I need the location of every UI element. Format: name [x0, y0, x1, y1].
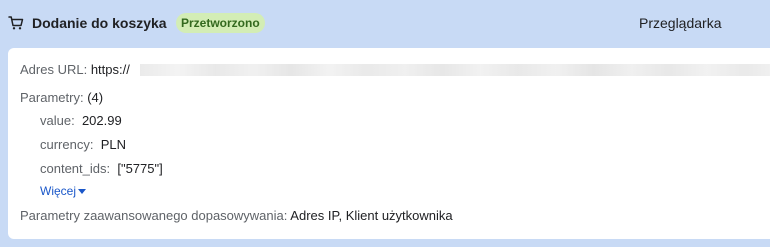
param-value: 202.99 — [81, 113, 122, 128]
param-name: value: — [40, 113, 75, 128]
url-row: Adres URL: https:// — [20, 62, 130, 78]
event-source: Przeglądarka — [639, 15, 722, 31]
advanced-matching-label: Parametry zaawansowanego dopasowywania: — [20, 208, 288, 223]
param-value: ["5775"] — [117, 161, 163, 176]
cart-icon — [8, 16, 24, 30]
param-row: value: 202.99 — [40, 113, 122, 129]
advanced-matching-value: Adres IP, Klient użytkownika — [290, 208, 453, 223]
params-label: Parametry: — [20, 90, 84, 105]
redacted-url — [140, 64, 770, 76]
param-value: PLN — [100, 137, 126, 152]
show-more-label: Więcej — [40, 184, 77, 198]
advanced-matching-row: Parametry zaawansowanego dopasowywania: … — [20, 208, 453, 224]
param-row: content_ids: ["5775"] — [40, 161, 163, 177]
caret-down-icon — [78, 189, 87, 194]
event-details-panel: Adres URL: https:// Parametry: (4) value… — [8, 48, 770, 239]
status-badge: Przetworzono — [176, 13, 265, 33]
url-value: https:// — [90, 62, 130, 77]
params-count: (4) — [87, 90, 104, 105]
event-header[interactable]: Dodanie do koszyka Przetworzono Przegląd… — [0, 0, 770, 47]
url-label: Adres URL: — [20, 62, 88, 77]
show-more-link[interactable]: Więcej — [40, 184, 87, 198]
param-name: content_ids: — [40, 161, 111, 176]
param-row: currency: PLN — [40, 137, 126, 153]
event-card: Dodanie do koszyka Przetworzono Przegląd… — [0, 0, 770, 247]
params-row: Parametry: (4) — [20, 90, 103, 106]
param-name: currency: — [40, 137, 94, 152]
event-title: Dodanie do koszyka — [32, 15, 167, 31]
